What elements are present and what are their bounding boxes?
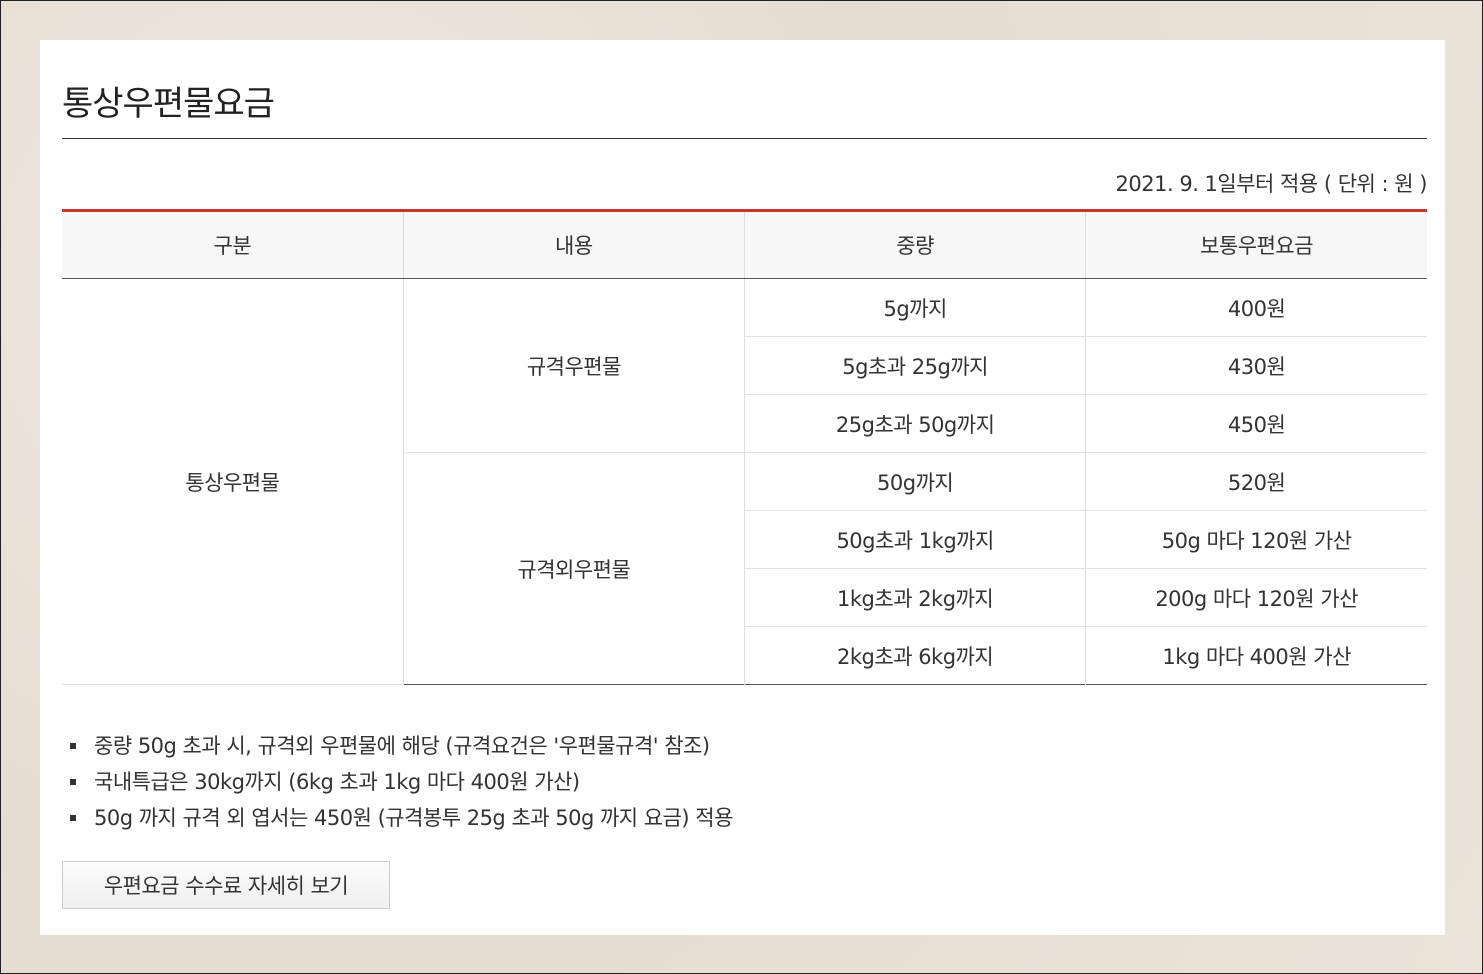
fee-cell: 520원 (1085, 452, 1427, 511)
bullet-icon (70, 743, 76, 749)
note-text: 중량 50g 초과 시, 규격외 우편물에 해당 (규격요건은 '우편물규격' … (94, 734, 710, 758)
postage-rate-table: 구분 내용 중량 보통우편요금 통상우편물 규격우편물 5g까지 400원 5g… (62, 209, 1427, 685)
weight-cell: 5g까지 (743, 278, 1086, 337)
header-weight: 중량 (743, 210, 1086, 279)
weight-cell: 25g초과 50g까지 (743, 394, 1086, 453)
fee-cell: 430원 (1085, 336, 1427, 395)
header-category: 구분 (62, 210, 404, 279)
content-panel: 통상우편물요금 2021. 9. 1일부터 적용 ( 단위 : 원 ) 구분 내… (40, 40, 1445, 935)
weight-cell: 5g초과 25g까지 (743, 336, 1086, 395)
table-row: 통상우편물 규격우편물 5g까지 400원 (62, 278, 1427, 685)
fee-cell: 450원 (1085, 394, 1427, 453)
fee-cell: 400원 (1085, 278, 1427, 337)
weight-cell: 50g까지 (743, 452, 1086, 511)
title-divider (62, 138, 1427, 139)
content-cell-standard: 규격우편물 (402, 278, 745, 453)
fee-cell: 50g 마다 120원 가산 (1085, 510, 1427, 569)
view-fee-details-button[interactable]: 우편요금 수수료 자세히 보기 (62, 861, 390, 909)
header-fee: 보통우편요금 (1085, 210, 1427, 279)
weight-cell: 50g초과 1kg까지 (743, 510, 1086, 569)
note-text: 50g 까지 규격 외 엽서는 450원 (규격봉투 25g 초과 50g 까지… (94, 806, 733, 830)
effective-date-note: 2021. 9. 1일부터 적용 ( 단위 : 원 ) (1115, 172, 1428, 196)
page-title: 통상우편물요금 (62, 84, 275, 124)
list-item: 국내특급은 30kg까지 (6kg 초과 1kg 마다 400원 가산) (62, 764, 733, 800)
weight-cell: 2kg초과 6kg까지 (743, 626, 1086, 685)
header-content: 내용 (402, 210, 745, 279)
bullet-icon (70, 779, 76, 785)
table-header-row: 구분 내용 중량 보통우편요금 (62, 210, 1427, 279)
fee-cell: 1kg 마다 400원 가산 (1085, 626, 1427, 685)
list-item: 중량 50g 초과 시, 규격외 우편물에 해당 (규격요건은 '우편물규격' … (62, 728, 733, 764)
list-item: 50g 까지 규격 외 엽서는 450원 (규격봉투 25g 초과 50g 까지… (62, 800, 733, 836)
category-cell: 통상우편물 (62, 278, 404, 685)
fee-cell: 200g 마다 120원 가산 (1085, 568, 1427, 627)
bullet-icon (70, 815, 76, 821)
note-text: 국내특급은 30kg까지 (6kg 초과 1kg 마다 400원 가산) (94, 770, 580, 794)
notes-list: 중량 50g 초과 시, 규격외 우편물에 해당 (규격요건은 '우편물규격' … (62, 728, 733, 836)
content-cell-nonstandard: 규격외우편물 (402, 452, 745, 685)
weight-cell: 1kg초과 2kg까지 (743, 568, 1086, 627)
